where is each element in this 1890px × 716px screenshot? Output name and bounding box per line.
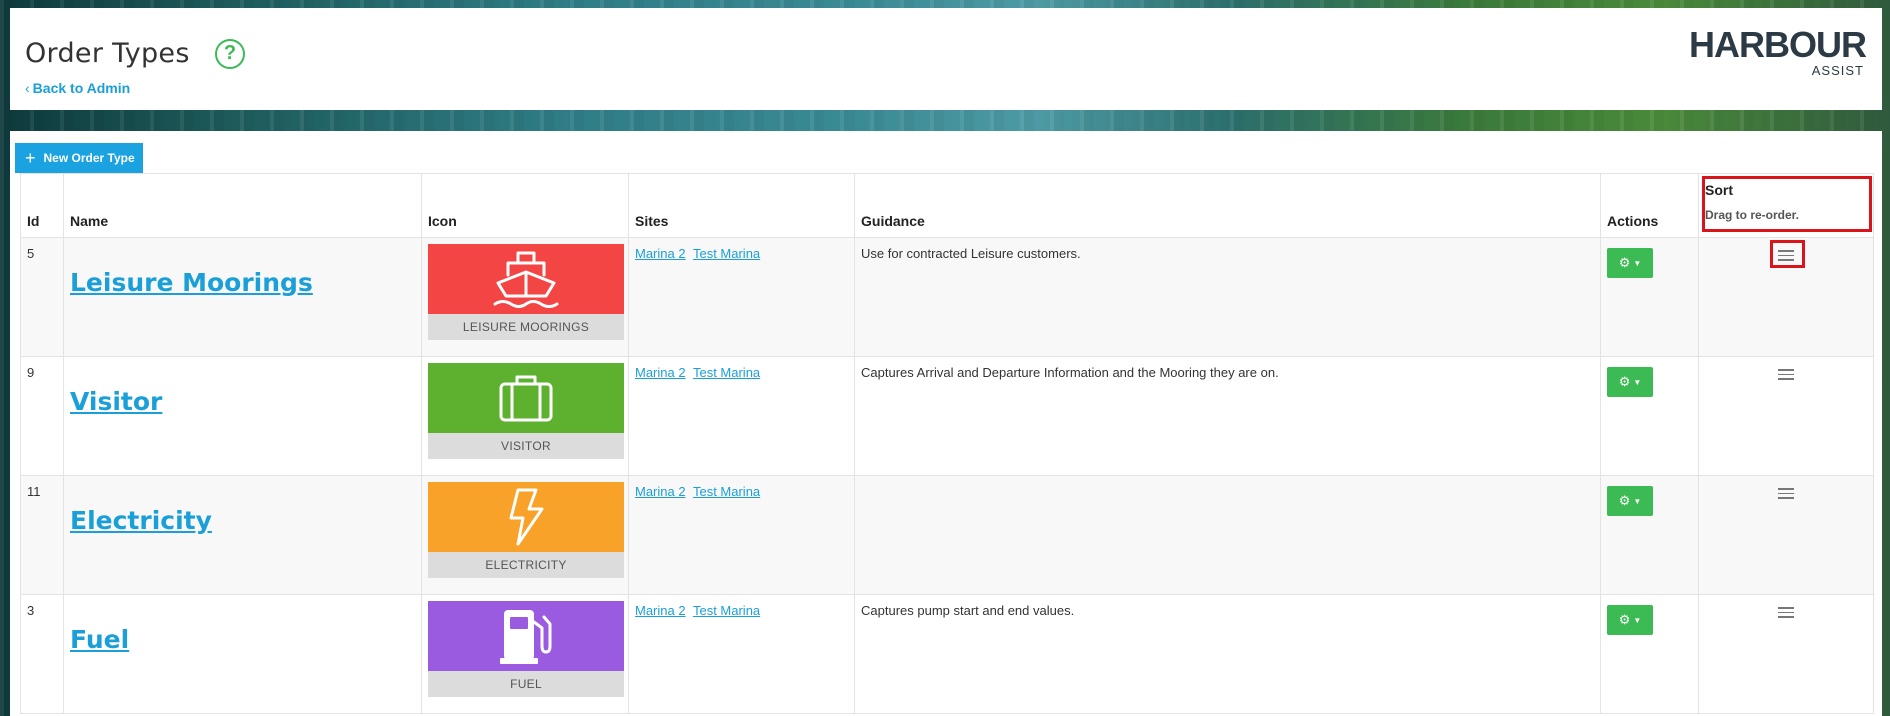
site-link-test-marina[interactable]: Test Marina <box>693 484 760 499</box>
drag-handle-icon[interactable] <box>1778 604 1794 621</box>
order-type-icon-tile: ELECTRICITY <box>428 482 624 578</box>
order-types-table: Id Name Icon Sites Guidance Actions Sort… <box>20 173 1874 714</box>
site-link-marina-2[interactable]: Marina 2 <box>635 246 686 261</box>
site-link-marina-2[interactable]: Marina 2 <box>635 484 686 499</box>
icon-tile-label: LEISURE MOORINGS <box>428 314 624 340</box>
column-header-name: Name <box>63 173 422 238</box>
caret-down-icon: ▼ <box>1633 615 1642 625</box>
table-header-row: Id Name Icon Sites Guidance Actions Sort… <box>20 173 1874 238</box>
icon-tile-label: ELECTRICITY <box>428 552 624 578</box>
guidance-text: Captures Arrival and Departure Informati… <box>854 356 1601 476</box>
table-row[interactable]: 9 Visitor VISITOR Marina 2 Test Marina C… <box>20 356 1874 476</box>
logo-main-text: HARBOUR <box>1689 24 1867 65</box>
actions-dropdown-button[interactable]: ⚙ ▼ <box>1607 248 1653 278</box>
site-link-marina-2[interactable]: Marina 2 <box>635 365 686 380</box>
new-order-type-label: New Order Type <box>43 151 135 165</box>
caret-down-icon: ▼ <box>1633 258 1642 268</box>
harbour-assist-logo: HARBOUR ASSIST <box>1686 24 1867 86</box>
plus-icon: + <box>25 148 36 168</box>
row-id: 9 <box>20 356 64 476</box>
chevron-left-icon: ‹ <box>25 80 30 96</box>
gear-icon: ⚙ <box>1618 374 1631 389</box>
fuel-pump-icon <box>500 610 552 664</box>
icon-tile-top <box>428 244 624 314</box>
logo-sub-text: ASSIST <box>1811 63 1864 78</box>
icon-tile-label: FUEL <box>428 671 624 697</box>
row-id: 5 <box>20 237 64 357</box>
column-header-sites: Sites <box>628 173 855 238</box>
row-id: 11 <box>20 475 64 595</box>
question-circle-icon[interactable]: ? <box>215 39 245 69</box>
icon-tile-top <box>428 482 624 552</box>
order-type-name-link[interactable]: Fuel <box>70 625 129 654</box>
guidance-text: Use for contracted Leisure customers. <box>854 237 1601 357</box>
actions-dropdown-button[interactable]: ⚙ ▼ <box>1607 605 1653 635</box>
guidance-text: Captures pump start and end values. <box>854 594 1601 714</box>
drag-handle-icon[interactable] <box>1778 485 1794 502</box>
order-type-icon-tile: LEISURE MOORINGS <box>428 244 624 340</box>
table-row[interactable]: 11 Electricity ELECTRICITY Marina 2 Test… <box>20 475 1874 595</box>
caret-down-icon: ▼ <box>1633 377 1642 387</box>
caret-down-icon: ▼ <box>1633 496 1642 506</box>
order-type-name-link[interactable]: Visitor <box>70 387 162 416</box>
order-type-icon-tile: VISITOR <box>428 363 624 459</box>
page-header: Order Types ? ‹ Back to Admin HARBOUR ASS… <box>10 8 1882 110</box>
column-header-id: Id <box>20 173 64 238</box>
drag-handle-icon[interactable] <box>1778 366 1794 383</box>
column-header-sort: Sort Drag to re-order. <box>1698 173 1874 238</box>
icon-tile-top <box>428 363 624 433</box>
gear-icon: ⚙ <box>1618 493 1631 508</box>
order-types-panel: + New Order Type Id Name Icon Sites Guid… <box>10 131 1882 716</box>
row-id: 3 <box>20 594 64 714</box>
site-link-test-marina[interactable]: Test Marina <box>693 603 760 618</box>
sort-header-title: Sort <box>1705 182 1733 198</box>
table-row[interactable]: 3 Fuel FUEL Marina 2 Test Marina Capture… <box>20 594 1874 714</box>
drag-handle-icon[interactable] <box>1778 247 1794 264</box>
icon-tile-label: VISITOR <box>428 433 624 459</box>
column-header-icon: Icon <box>421 173 629 238</box>
suitcase-icon <box>499 375 553 422</box>
gear-icon: ⚙ <box>1618 255 1631 270</box>
gear-icon: ⚙ <box>1618 612 1631 627</box>
site-link-test-marina[interactable]: Test Marina <box>693 246 760 261</box>
icon-tile-top <box>428 601 624 671</box>
new-order-type-button[interactable]: + New Order Type <box>15 143 143 173</box>
page-title: Order Types <box>25 38 190 69</box>
lightning-bolt-icon <box>509 488 544 546</box>
order-type-name-link[interactable]: Electricity <box>70 506 212 535</box>
back-to-admin-label: Back to Admin <box>32 80 131 96</box>
table-row[interactable]: 5 Leisure Moorings LEISURE MOORINGS Mari… <box>20 237 1874 357</box>
site-link-test-marina[interactable]: Test Marina <box>693 365 760 380</box>
site-link-marina-2[interactable]: Marina 2 <box>635 603 686 618</box>
column-header-guidance: Guidance <box>854 173 1601 238</box>
actions-dropdown-button[interactable]: ⚙ ▼ <box>1607 367 1653 397</box>
guidance-text <box>854 475 1601 595</box>
back-to-admin-link[interactable]: ‹ Back to Admin <box>25 80 130 96</box>
actions-dropdown-button[interactable]: ⚙ ▼ <box>1607 486 1653 516</box>
ship-icon <box>493 251 559 308</box>
order-type-icon-tile: FUEL <box>428 601 624 697</box>
order-type-name-link[interactable]: Leisure Moorings <box>70 268 313 297</box>
column-header-actions: Actions <box>1600 173 1699 238</box>
sort-header-hint: Drag to re-order. <box>1705 208 1800 222</box>
